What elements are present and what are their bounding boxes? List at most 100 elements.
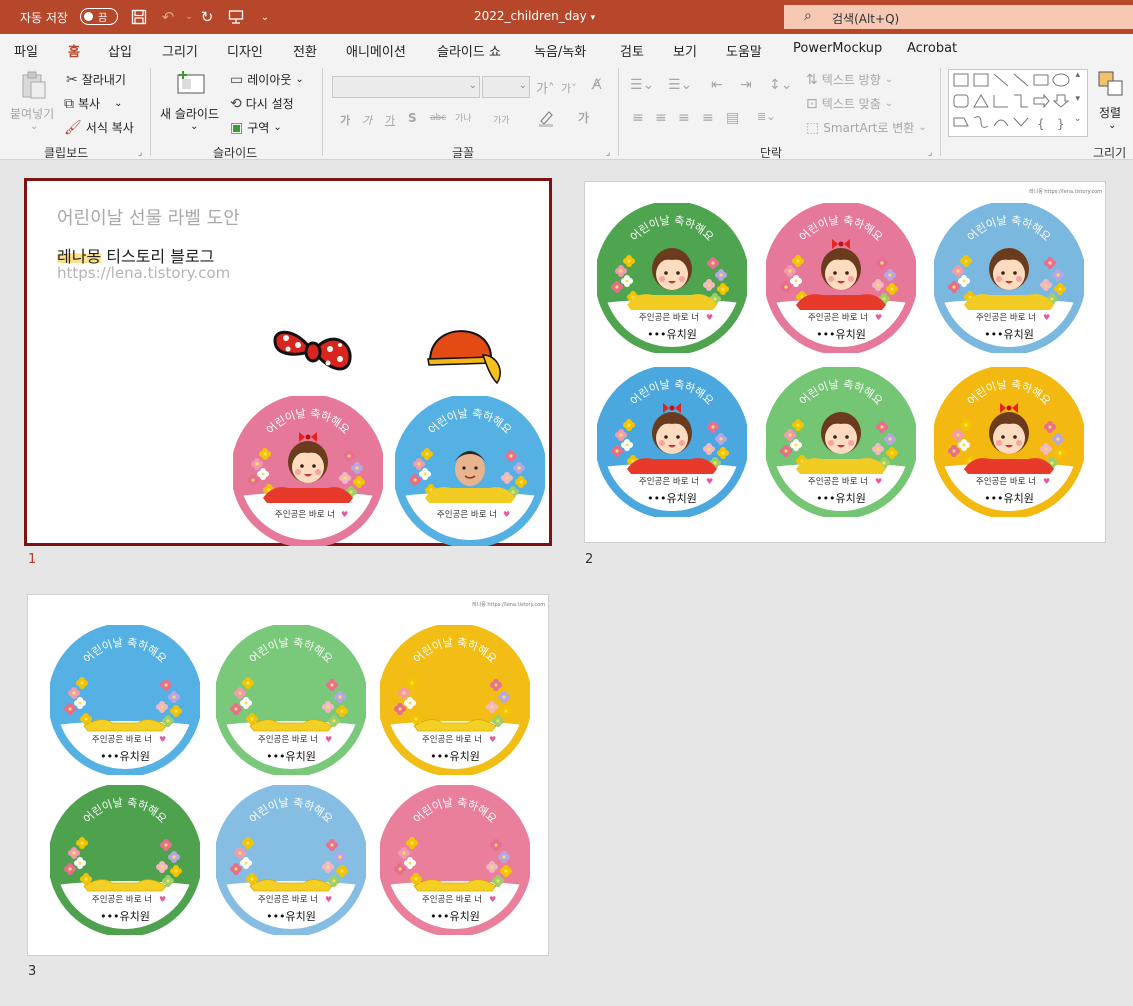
shrink-font-icon[interactable]: 가˅: [561, 80, 577, 96]
paragraph-launcher-icon[interactable]: ⌟: [928, 148, 932, 158]
label-circle: 어린이날 축하해요 주인공은 바로 너 ♥: [393, 394, 547, 548]
search-box[interactable]: ⌕ 검색(Alt+Q): [784, 5, 1133, 29]
tab-review[interactable]: 검토: [620, 41, 644, 60]
label-message: 주인공은 바로 너: [808, 476, 868, 487]
numbering-icon[interactable]: ☰⌄: [668, 77, 692, 93]
customize-toolbar-icon[interactable]: ⌄: [254, 6, 276, 28]
redo-icon[interactable]: ↻: [196, 6, 218, 28]
clipboard-launcher-icon[interactable]: ⌟: [138, 148, 142, 158]
align-text-button[interactable]: ⊡ 텍스트 맞춤 ⌄: [806, 95, 893, 112]
justify-icon[interactable]: ≡: [702, 110, 714, 126]
grow-font-icon[interactable]: 가˄: [536, 78, 554, 97]
shapes-gallery[interactable]: {}: [948, 69, 1088, 137]
font-launcher-icon[interactable]: ⌟: [606, 148, 610, 158]
tab-animations[interactable]: 애니메이션: [346, 41, 406, 60]
arrange-icon[interactable]: [1097, 70, 1125, 98]
label-sticker[interactable]: 어린이날 축하해요 주인공은 바로 너 ♥ •••유치원: [932, 365, 1086, 521]
tab-home[interactable]: 홈: [66, 41, 82, 66]
ribbon-tabs: 파일 홈 삽입 그리기 디자인 전환 애니메이션 슬라이드 쇼 녹음/녹화 검토…: [0, 34, 1133, 66]
label-sticker[interactable]: 어린이날 축하해요 주인공은 바로 너 ♥ •••유치원: [932, 201, 1086, 357]
font-size-combo[interactable]: ⌄: [482, 76, 530, 98]
label-sticker[interactable]: 어린이날 축하해요 주인공은 바로 너 ♥: [393, 394, 547, 550]
label-sticker[interactable]: 어린이날 축하해요 주인공은 바로 너 ♥: [231, 394, 385, 550]
strikethrough-button[interactable]: abc: [430, 113, 446, 123]
search-icon: ⌕: [804, 8, 812, 24]
smartart-button[interactable]: ⬚ SmartArt로 변환 ⌄: [806, 119, 927, 136]
tab-file[interactable]: 파일: [14, 41, 38, 60]
tab-design[interactable]: 디자인: [227, 41, 263, 60]
label-sticker[interactable]: 어린이날 축하해요 주인공은 바로 너 ♥ •••유치원: [595, 201, 749, 357]
tab-view[interactable]: 보기: [673, 41, 697, 60]
tab-draw[interactable]: 그리기: [162, 41, 198, 60]
copy-icon: ⧉: [64, 95, 74, 112]
text-direction-button[interactable]: ⇅ 텍스트 방향 ⌄: [806, 71, 893, 88]
align-left-icon[interactable]: ≡: [632, 110, 644, 126]
document-title[interactable]: 2022_children_day ▾: [474, 9, 595, 23]
text-direction-icon: ⇅: [806, 71, 818, 88]
slide-thumbnail-1[interactable]: 어린이날 선물 라벨 도안 레나몽 티스토리 블로그 https://lena.…: [24, 178, 552, 548]
tab-help[interactable]: 도움말: [726, 41, 762, 60]
font-name-combo[interactable]: ⌄: [332, 76, 480, 98]
line-spacing-icon[interactable]: ↕⌄: [769, 77, 792, 93]
undo-icon[interactable]: ↶: [157, 6, 179, 28]
align-center-icon[interactable]: ≡: [655, 110, 667, 126]
arrange-dropdown-icon[interactable]: ⌄: [1108, 120, 1116, 131]
label-sticker[interactable]: 어린이날 축하해요 주인공은 바로 너 ♥ •••유치원: [378, 783, 532, 939]
copy-button[interactable]: ⧉ 복사 ⌄: [64, 95, 122, 112]
tab-transitions[interactable]: 전환: [293, 41, 317, 60]
label-sticker[interactable]: 어린이날 축하해요 주인공은 바로 너 ♥ •••유치원: [378, 623, 532, 779]
cut-button[interactable]: ✂ 잘라내기: [66, 71, 126, 88]
bold-button[interactable]: 가: [340, 112, 350, 128]
presentation-start-icon[interactable]: [225, 6, 247, 28]
highlight-color-button[interactable]: [537, 109, 555, 127]
tab-acrobat[interactable]: Acrobat: [907, 41, 957, 56]
tab-powermockup[interactable]: PowerMockup: [793, 41, 882, 56]
align-right-icon[interactable]: ≡: [678, 110, 690, 126]
label-sticker[interactable]: 어린이날 축하해요 주인공은 바로 너 ♥ •••유치원: [764, 201, 918, 357]
bullets-icon[interactable]: ☰⌄: [630, 77, 654, 93]
paste-dropdown-icon[interactable]: ⌄: [30, 121, 38, 132]
increase-indent-icon[interactable]: ⇥: [740, 77, 752, 93]
columns-icon[interactable]: ≣⌄: [757, 110, 775, 123]
label-sticker[interactable]: 어린이날 축하해요 주인공은 바로 너 ♥ •••유치원: [764, 365, 918, 521]
tab-record[interactable]: 녹음/녹화: [534, 41, 586, 60]
heart-icon: ♥: [875, 477, 882, 486]
char-spacing-button[interactable]: 가나: [455, 111, 472, 124]
new-slide-dropdown-icon[interactable]: ⌄: [190, 121, 198, 132]
slide-thumbnail-2[interactable]: 레나몽 https://lena.tistory.com 어린이날 축하해요 주…: [584, 181, 1106, 543]
label-sticker[interactable]: 어린이날 축하해요 주인공은 바로 너 ♥ •••유치원: [214, 783, 368, 939]
gallery-scroll[interactable]: ▴ ▾ ⌄: [1074, 70, 1082, 124]
change-case-button[interactable]: 가가: [493, 113, 510, 126]
reset-button[interactable]: ⟲ 다시 설정: [230, 95, 294, 112]
new-slide-label[interactable]: 새 슬라이드: [160, 105, 219, 122]
label-sticker[interactable]: 어린이날 축하해요 주인공은 바로 너 ♥ •••유치원: [214, 623, 368, 779]
label-message: 주인공은 바로 너: [808, 312, 868, 323]
format-painter-button[interactable]: 🖌 서식 복사: [64, 119, 134, 136]
chevron-down-icon: ⌄: [884, 74, 894, 85]
cap-sticker: [425, 325, 507, 387]
paste-button[interactable]: [18, 70, 48, 100]
separator: [940, 68, 941, 156]
label-school: •••유치원: [647, 492, 697, 505]
autosave-toggle[interactable]: 끔: [80, 8, 118, 25]
shadow-button[interactable]: S: [408, 111, 417, 125]
slide-thumbnail-3[interactable]: 레나몽 https://lena.tistory.com 어린이날 축하해요 주…: [27, 594, 549, 956]
label-sticker[interactable]: 어린이날 축하해요 주인공은 바로 너 ♥ •••유치원: [48, 783, 202, 939]
tab-insert[interactable]: 삽입: [108, 41, 132, 60]
label-sticker[interactable]: 어린이날 축하해요 주인공은 바로 너 ♥ •••유치원: [595, 365, 749, 521]
clear-format-icon[interactable]: A̸: [592, 77, 602, 93]
italic-button[interactable]: 가: [362, 112, 372, 128]
label-circle: 어린이날 축하해요 주인공은 바로 너 ♥ •••유치원: [595, 201, 749, 355]
label-sticker[interactable]: 어린이날 축하해요 주인공은 바로 너 ♥ •••유치원: [48, 623, 202, 779]
section-button[interactable]: ▣ 구역 ⌄: [230, 119, 282, 136]
heart-icon: ♥: [1043, 313, 1050, 322]
underline-button[interactable]: 가: [385, 112, 395, 128]
save-icon[interactable]: [128, 6, 150, 28]
new-slide-icon[interactable]: [175, 70, 207, 96]
tab-slideshow[interactable]: 슬라이드 쇼: [437, 41, 501, 60]
distribute-icon[interactable]: ▤: [726, 110, 739, 126]
decrease-indent-icon[interactable]: ⇤: [711, 77, 723, 93]
arrange-label[interactable]: 정렬: [1099, 104, 1121, 121]
font-color-button[interactable]: 가: [578, 109, 589, 126]
layout-button[interactable]: ▭ 레이아웃 ⌄: [230, 71, 304, 88]
